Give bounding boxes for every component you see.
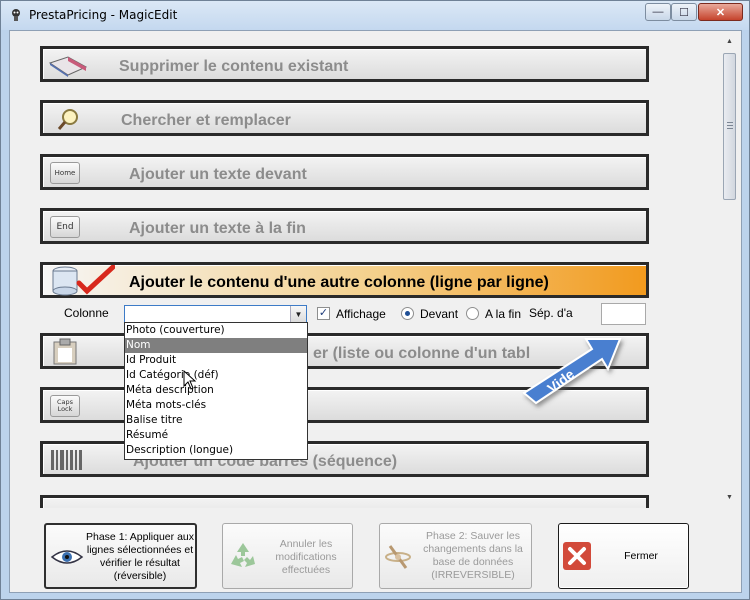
scroll-up-icon[interactable]: ▲ bbox=[725, 37, 734, 46]
phase2-save-button[interactable]: Phase 2: Sauver les changements dans la … bbox=[379, 523, 532, 589]
app-window: PrestaPricing - MagicEdit — ☐ ✕ Supprime… bbox=[0, 0, 750, 600]
phase1-apply-button[interactable]: Phase 1: Appliquer aux lignes sélectionn… bbox=[44, 523, 197, 589]
end-label: A la fin bbox=[485, 307, 522, 321]
prepend-text-button[interactable]: Home Ajouter un texte devant bbox=[40, 154, 649, 190]
scroll-down-icon[interactable]: ▼ bbox=[725, 493, 734, 502]
dropdown-item[interactable]: Description (longue) bbox=[125, 443, 307, 458]
column-dropdown-list: Photo (couverture) Nom Id Produit Id Cat… bbox=[124, 322, 308, 460]
dropdown-item[interactable]: Photo (couverture) bbox=[125, 323, 307, 338]
dropdown-item[interactable]: Balise titre bbox=[125, 413, 307, 428]
end-key-icon: End bbox=[50, 216, 80, 238]
close-dialog-button[interactable]: Fermer bbox=[558, 523, 689, 589]
caps-lock-key-icon: Caps Lock bbox=[50, 395, 80, 417]
column-check-icon bbox=[52, 265, 115, 296]
close-icon: ✕ bbox=[715, 6, 726, 19]
close-dialog-label: Fermer bbox=[624, 550, 658, 562]
mouse-cursor-icon bbox=[183, 370, 197, 390]
eye-icon bbox=[50, 550, 84, 564]
close-window-button[interactable]: ✕ bbox=[698, 3, 743, 21]
title-bar: PrestaPricing - MagicEdit — ☐ ✕ bbox=[1, 1, 749, 30]
add-column-content-label: Ajouter le contenu d'une autre colonne (… bbox=[129, 274, 549, 291]
column-label: Colonne bbox=[64, 306, 109, 320]
recycle-icon bbox=[231, 543, 255, 567]
magnifier-icon bbox=[57, 109, 78, 130]
vertical-scrollbar[interactable]: ▲ ▼ bbox=[721, 31, 738, 508]
front-label: Devant bbox=[420, 307, 459, 321]
window-title: PrestaPricing - MagicEdit bbox=[29, 8, 178, 22]
eraser-icon bbox=[48, 56, 88, 77]
add-column-content-button[interactable]: Ajouter le contenu d'une autre colonne (… bbox=[40, 262, 649, 298]
delete-content-button[interactable]: Supprimer le contenu existant bbox=[40, 46, 649, 82]
bottom-action-bar: Phase 1: Appliquer aux lignes sélectionn… bbox=[10, 511, 741, 593]
clipboard-icon bbox=[53, 338, 77, 365]
callout-arrow-icon bbox=[522, 338, 622, 405]
dropdown-item[interactable]: Méta mots-clés bbox=[125, 398, 307, 413]
minimize-button[interactable]: — bbox=[645, 3, 671, 21]
column-select[interactable]: ▼ bbox=[124, 305, 307, 323]
separator-label: Sép. d'a bbox=[529, 306, 573, 320]
append-text-button[interactable]: End Ajouter un texte à la fin bbox=[40, 208, 649, 244]
app-icon bbox=[12, 9, 20, 21]
barcode-icon bbox=[51, 450, 82, 470]
chevron-down-icon[interactable]: ▼ bbox=[290, 306, 306, 322]
save-database-icon bbox=[385, 545, 411, 569]
prepend-text-label: Ajouter un texte devant bbox=[129, 166, 307, 183]
dropdown-item[interactable]: Id Produit bbox=[125, 353, 307, 368]
display-label: Affichage bbox=[336, 307, 386, 321]
cancel-changes-label: Annuler les modifications effectuées bbox=[275, 538, 337, 576]
client-area: Supprimer le contenu existant Chercher e… bbox=[9, 30, 742, 593]
scrollbar-thumb[interactable] bbox=[723, 53, 736, 200]
front-radio[interactable] bbox=[401, 307, 414, 320]
phase2-save-label: Phase 2: Sauver les changements dans la … bbox=[423, 530, 523, 581]
minimize-icon: — bbox=[652, 6, 664, 18]
append-text-label: Ajouter un texte à la fin bbox=[129, 220, 306, 237]
close-x-icon bbox=[563, 542, 591, 570]
maximize-button[interactable]: ☐ bbox=[671, 3, 697, 21]
dropdown-item[interactable]: Méta description bbox=[125, 383, 307, 398]
home-key-icon: Home bbox=[50, 162, 80, 184]
add-list-label: er (liste ou colonne d'un tabl bbox=[313, 345, 531, 362]
cancel-changes-button[interactable]: Annuler les modifications effectuées bbox=[222, 523, 353, 589]
display-checkbox[interactable]: ✓ bbox=[317, 307, 330, 320]
search-replace-label: Chercher et remplacer bbox=[121, 112, 291, 129]
dropdown-item[interactable]: Résumé bbox=[125, 428, 307, 443]
maximize-icon: ☐ bbox=[679, 6, 689, 19]
actions-panel: Supprimer le contenu existant Chercher e… bbox=[10, 31, 741, 508]
dropdown-item[interactable]: Nom bbox=[125, 338, 307, 353]
dropdown-item[interactable]: Id Catégorie (déf) bbox=[125, 368, 307, 383]
delete-content-label: Supprimer le contenu existant bbox=[119, 58, 349, 75]
next-action-button[interactable] bbox=[40, 495, 649, 508]
separator-input[interactable] bbox=[601, 303, 646, 325]
phase1-apply-label: Phase 1: Appliquer aux lignes sélectionn… bbox=[86, 531, 194, 582]
end-radio[interactable] bbox=[466, 307, 479, 320]
search-replace-button[interactable]: Chercher et remplacer bbox=[40, 100, 649, 136]
